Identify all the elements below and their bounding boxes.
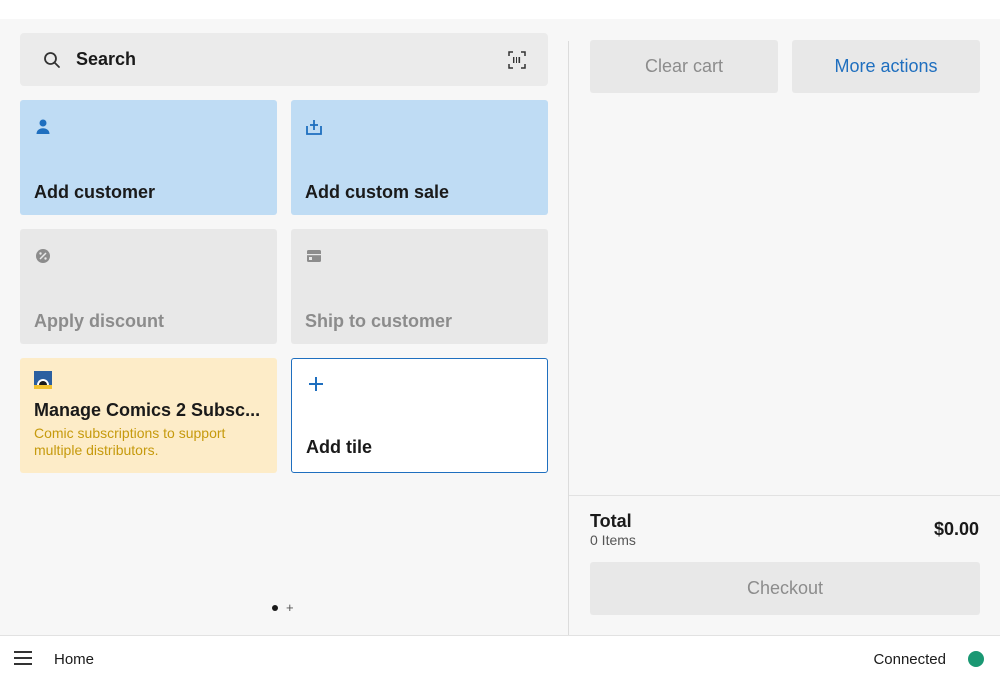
- shipping-icon: [307, 250, 321, 262]
- tile-subtitle: Comic subscriptions to support multiple …: [34, 425, 226, 458]
- tile-panel: Search Add customer Add custom sale Appl…: [0, 19, 568, 635]
- tile-label: Add customer: [34, 182, 156, 202]
- tile-label: Apply discount: [34, 311, 164, 331]
- page-indicator: +: [272, 601, 294, 614]
- clear-cart-button[interactable]: Clear cart: [590, 40, 778, 93]
- total-divider: [569, 495, 1000, 496]
- custom-sale-icon: [306, 120, 322, 135]
- plus-icon: [309, 377, 323, 391]
- discount-icon: [36, 249, 50, 263]
- bottom-bar: Home Connected: [0, 635, 1000, 681]
- search-icon: [44, 52, 60, 68]
- more-actions-button[interactable]: More actions: [792, 40, 980, 93]
- person-icon: [36, 119, 50, 134]
- tile-add-tile[interactable]: Add tile: [291, 358, 548, 473]
- app-logo-icon: [34, 371, 52, 389]
- panel-divider: [568, 41, 569, 635]
- tile-manage-comics[interactable]: Manage Comics 2 Subsc... Comic subscript…: [20, 358, 277, 473]
- connection-status-label: Connected: [873, 651, 946, 668]
- barcode-scan-icon[interactable]: [508, 51, 526, 69]
- search-label: Search: [76, 49, 137, 69]
- connection-status-dot: [968, 651, 984, 667]
- page-dot-active[interactable]: [272, 605, 278, 611]
- tile-title: Manage Comics 2 Subsc...: [34, 400, 261, 420]
- tile-apply-discount: Apply discount: [20, 229, 277, 344]
- tile-label: Add custom sale: [305, 182, 450, 202]
- tile-ship-to-customer: Ship to customer: [291, 229, 548, 344]
- tile-label: Add tile: [306, 437, 372, 457]
- total-amount: $0.00: [933, 519, 979, 539]
- search-bar[interactable]: Search: [20, 33, 548, 86]
- checkout-button[interactable]: Checkout: [590, 562, 980, 615]
- tile-label: Ship to customer: [305, 311, 453, 331]
- item-count: 0 Items: [590, 532, 636, 548]
- home-label: Home: [54, 651, 95, 668]
- add-page-button[interactable]: +: [286, 601, 294, 614]
- total-label: Total: [590, 511, 632, 531]
- tile-add-customer[interactable]: Add customer: [20, 100, 277, 215]
- tile-add-custom-sale[interactable]: Add custom sale: [291, 100, 548, 215]
- pos-app: Search Add customer Add custom sale Appl…: [0, 19, 1000, 681]
- hamburger-menu-icon[interactable]: [14, 651, 32, 665]
